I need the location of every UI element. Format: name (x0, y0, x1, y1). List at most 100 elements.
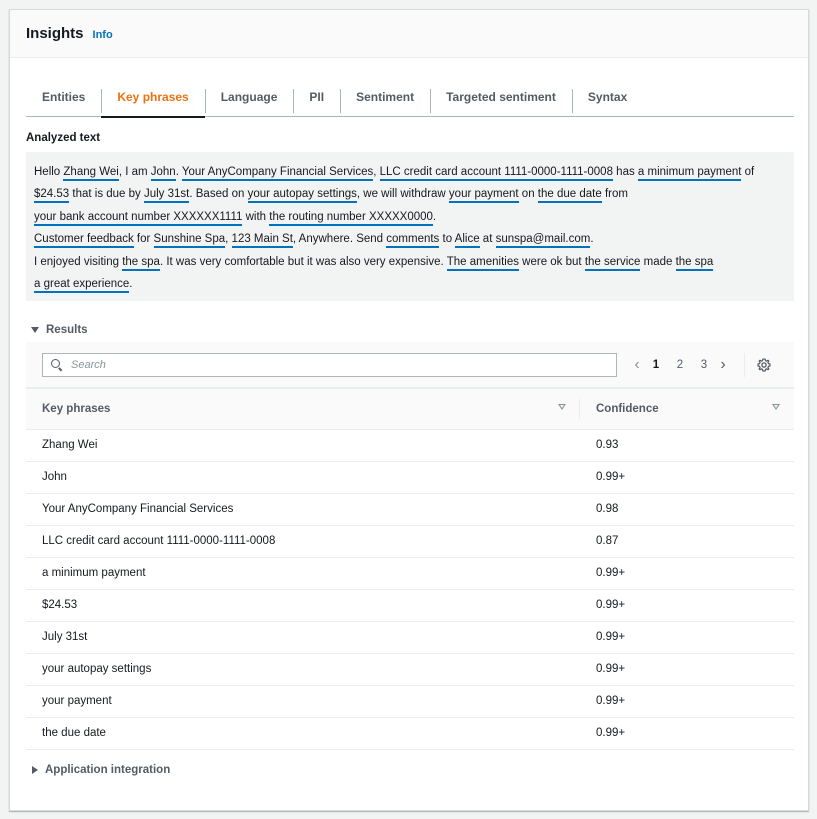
key-phrase-highlight[interactable]: sunspa@mail.com (495, 233, 591, 249)
key-phrase-highlight[interactable]: $24.53 (34, 188, 70, 204)
pagination: ‹ 1 2 3 › (630, 353, 771, 377)
column-header-key-phrases[interactable]: Key phrases (26, 389, 580, 430)
text-segment: , Anywhere. Send (292, 233, 387, 246)
text-segment: . It was very comfortable but it was als… (159, 255, 447, 268)
key-phrase-highlight[interactable]: your bank account number XXXXXX1111 (34, 210, 243, 226)
gear-icon[interactable] (757, 358, 771, 372)
tab-label: PII (309, 90, 325, 104)
key-phrase-cell: your payment (26, 685, 580, 718)
text-segment: . (175, 166, 182, 178)
page-2-button[interactable]: 2 (668, 359, 692, 371)
analyzed-text-line: Customer feedback for Sunshine Spa, 123 … (34, 228, 786, 250)
tab-pii[interactable]: PII (293, 78, 340, 116)
caret-right-icon (32, 766, 38, 774)
search-field[interactable] (42, 353, 617, 377)
key-phrase-cell: July 31st (26, 621, 580, 654)
text-segment: . (129, 278, 133, 291)
analyzed-text-box: Hello Zhang Wei, I am John. Your AnyComp… (26, 152, 794, 301)
key-phrase-highlight[interactable]: your autopay settings (247, 188, 357, 204)
key-phrase-highlight[interactable]: 123 Main St (231, 233, 293, 249)
key-phrase-highlight[interactable]: John (150, 166, 176, 181)
table-row: $24.53 0.99+ (26, 589, 794, 622)
text-segment: that is due by (69, 188, 144, 201)
key-phrase-cell: a minimum payment (26, 557, 580, 590)
tab-label: Key phrases (117, 90, 189, 104)
confidence-cell: 0.99+ (580, 685, 794, 718)
sort-icon[interactable] (558, 404, 566, 410)
key-phrase-highlight[interactable]: a minimum payment (637, 166, 742, 181)
tab-sentiment[interactable]: Sentiment (340, 78, 430, 116)
page-3-button[interactable]: 3 (692, 359, 716, 371)
column-header-label: Key phrases (42, 402, 111, 415)
table-row: July 31st 0.99+ (26, 621, 794, 654)
key-phrase-highlight[interactable]: Your AnyCompany Financial Services (181, 166, 374, 181)
key-phrase-highlight[interactable]: LLC credit card account 1111-0000-1111-0… (379, 166, 613, 181)
text-segment: , I am (118, 166, 151, 178)
key-phrase-highlight[interactable]: the service (584, 255, 641, 271)
panel-title: Insights (26, 25, 84, 42)
column-header-confidence[interactable]: Confidence (580, 389, 794, 430)
key-phrase-cell: $24.53 (26, 589, 580, 622)
confidence-cell: 0.99+ (580, 461, 794, 494)
results-table-container: ‹ 1 2 3 › Key phrases (26, 342, 794, 750)
caret-down-icon (31, 327, 39, 333)
key-phrase-highlight[interactable]: the spa (675, 255, 714, 271)
table-row: your payment 0.99+ (26, 685, 794, 718)
table-row: a minimum payment 0.99+ (26, 557, 794, 590)
text-segment: has (612, 166, 638, 178)
key-phrase-highlight[interactable]: Zhang Wei (63, 166, 119, 181)
key-phrase-cell: Zhang Wei (26, 429, 580, 462)
tab-syntax[interactable]: Syntax (571, 78, 643, 116)
results-expander[interactable]: Results (31, 324, 88, 336)
analyzed-text-label: Analyzed text (26, 132, 101, 144)
info-link[interactable]: Info (93, 29, 113, 41)
key-phrase-highlight[interactable]: the routing number XXXXX0000 (269, 210, 433, 226)
text-segment: of (741, 166, 755, 178)
tab-label: Sentiment (356, 90, 415, 104)
previous-page-button[interactable]: ‹ (630, 353, 644, 377)
column-header-label: Confidence (596, 402, 659, 415)
text-segment: . (590, 233, 594, 246)
tab-key-phrases[interactable]: Key phrases (101, 78, 206, 118)
confidence-cell: 0.99+ (580, 717, 794, 750)
text-segment: for (133, 233, 154, 246)
key-phrase-highlight[interactable]: the due date (537, 188, 602, 204)
key-phrase-highlight[interactable]: the spa (122, 255, 160, 271)
text-segment: , (225, 233, 232, 246)
tab-entities[interactable]: Entities (26, 78, 101, 116)
key-phrase-highlight[interactable]: comments (386, 233, 440, 249)
tab-language[interactable]: Language (204, 78, 294, 116)
key-phrase-highlight[interactable]: Customer feedback (34, 233, 134, 249)
key-phrase-highlight[interactable]: your payment (448, 188, 519, 204)
results-label: Results (46, 324, 88, 336)
tab-label: Language (220, 90, 278, 104)
text-segment: . Based on (189, 188, 248, 201)
text-segment: Hello (34, 166, 64, 178)
key-phrase-cell: Your AnyCompany Financial Services (26, 493, 580, 526)
key-phrase-highlight[interactable]: The amenities (446, 255, 519, 271)
confidence-cell: 0.98 (580, 493, 794, 526)
text-segment: made (640, 255, 676, 268)
page-1-button[interactable]: 1 (644, 359, 668, 371)
analyzed-text-line: I enjoyed visiting the spa. It was very … (34, 251, 786, 273)
table-row: John 0.99+ (26, 461, 794, 494)
text-segment: , we will withdraw (356, 188, 449, 201)
text-segment: . (432, 210, 437, 223)
tab-targeted-sentiment[interactable]: Targeted sentiment (430, 78, 572, 116)
key-phrase-highlight[interactable]: July 31st (143, 188, 190, 204)
key-phrase-cell: your autopay settings (26, 653, 580, 686)
insights-panel: Insights Info Entities Key phrases Langu… (9, 9, 809, 811)
key-phrases-table: Key phrases Confidence Zhang Wei 0.93 John… (26, 389, 794, 750)
search-input[interactable] (71, 359, 601, 371)
sort-icon[interactable] (772, 404, 780, 410)
analyzed-text-line: $24.53 that is due by July 31st. Based o… (34, 183, 786, 205)
confidence-cell: 0.93 (580, 429, 794, 462)
application-integration-expander[interactable]: Application integration (32, 764, 170, 776)
table-header-row: Key phrases Confidence (26, 389, 794, 430)
key-phrase-cell: LLC credit card account 1111-0000-1111-0… (26, 525, 580, 558)
key-phrase-highlight[interactable]: Alice (454, 233, 480, 249)
key-phrase-highlight[interactable]: Sunshine Spa (153, 233, 226, 249)
tab-label: Targeted sentiment (446, 90, 556, 104)
key-phrase-highlight[interactable]: a great experience (34, 278, 130, 294)
next-page-button[interactable]: › (716, 353, 730, 377)
